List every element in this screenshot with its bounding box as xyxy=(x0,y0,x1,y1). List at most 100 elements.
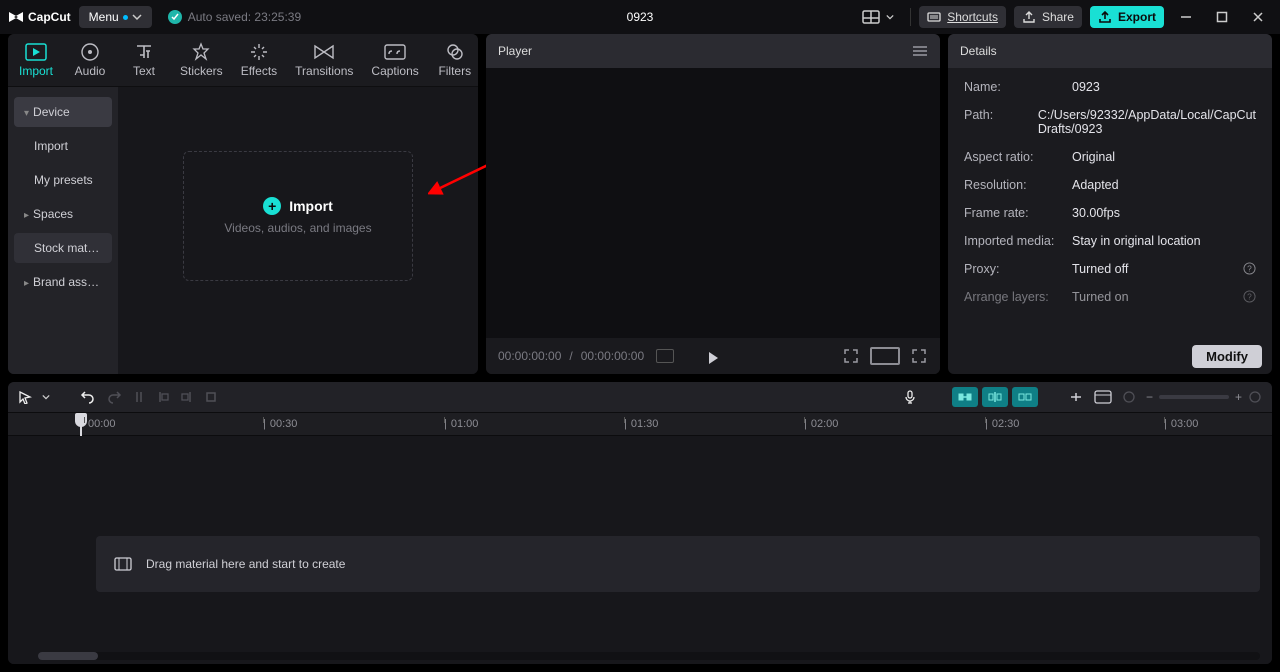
close-button[interactable] xyxy=(1244,3,1272,31)
tab-label: Filters xyxy=(438,64,471,78)
maximize-button[interactable] xyxy=(1208,3,1236,31)
tab-label: Captions xyxy=(371,64,418,78)
shortcuts-button[interactable]: Shortcuts xyxy=(919,6,1006,28)
cursor-icon xyxy=(18,390,32,404)
sidebar-item-brand[interactable]: Brand assets xyxy=(14,267,112,297)
workspace-top: Import Audio Text Stickers xyxy=(0,34,1280,374)
layout-button[interactable] xyxy=(854,6,902,28)
snap-auto-button[interactable] xyxy=(982,387,1008,407)
player-viewport[interactable] xyxy=(486,68,940,338)
title-bar: CapCut Menu Auto saved: 23:25:39 0923 xyxy=(0,0,1280,34)
detail-value: Turned on xyxy=(1072,290,1231,304)
detail-key: Proxy: xyxy=(964,262,1060,276)
layout-icon xyxy=(862,10,880,24)
split-button xyxy=(132,390,146,404)
time-sep: / xyxy=(569,349,572,363)
details-title: Details xyxy=(960,44,997,58)
timeline-toolbar: − + xyxy=(8,382,1272,412)
stickers-icon xyxy=(190,42,212,62)
preview-cut-icon xyxy=(1068,390,1084,404)
zoom-slider[interactable] xyxy=(1159,395,1229,399)
undo-button[interactable] xyxy=(80,389,96,405)
share-button[interactable]: Share xyxy=(1014,6,1082,28)
ruler-tick: 01:30 xyxy=(631,418,659,430)
tab-audio[interactable]: Audio xyxy=(64,38,116,86)
tab-label: Stickers xyxy=(180,64,223,78)
trim-left-icon xyxy=(156,390,170,404)
svg-text:?: ? xyxy=(1247,291,1252,301)
snap-main-button[interactable] xyxy=(952,387,978,407)
capcut-logo-icon xyxy=(8,9,24,25)
check-circle-icon xyxy=(168,10,182,24)
share-label: Share xyxy=(1042,10,1074,24)
sidebar-item-spaces[interactable]: Spaces xyxy=(14,199,112,229)
details-header: Details xyxy=(948,34,1272,68)
ruler-tick: 01:00 xyxy=(451,418,479,430)
media-body: Device Import My presets Spaces Stock ma… xyxy=(8,87,478,374)
detail-key: Path: xyxy=(964,108,1026,136)
fullscreen-icon xyxy=(910,347,928,365)
tab-captions[interactable]: Captions xyxy=(363,38,426,86)
minimize-button[interactable] xyxy=(1172,3,1200,31)
tab-text[interactable]: Text xyxy=(118,38,170,86)
svg-text:?: ? xyxy=(1247,263,1252,273)
sidebar-item-presets[interactable]: My presets xyxy=(14,165,112,195)
detail-key: Frame rate: xyxy=(964,206,1060,220)
keyboard-icon xyxy=(927,10,941,24)
tab-effects[interactable]: Effects xyxy=(233,38,285,86)
snap-group xyxy=(952,387,1038,407)
media-tabs: Import Audio Text Stickers xyxy=(8,34,478,87)
quality-badge[interactable] xyxy=(656,349,674,363)
track-drop-hint[interactable]: Drag material here and start to create xyxy=(96,536,1260,592)
tab-filters[interactable]: Filters xyxy=(429,38,478,86)
fullscreen-button[interactable] xyxy=(910,347,928,365)
film-icon xyxy=(114,557,132,571)
scrollbar-thumb[interactable] xyxy=(38,652,98,660)
tab-import[interactable]: Import xyxy=(10,38,62,86)
tab-label: Text xyxy=(133,64,155,78)
detail-key: Aspect ratio: xyxy=(964,150,1060,164)
undo-icon xyxy=(80,389,96,405)
player-menu-button[interactable] xyxy=(912,45,928,57)
filters-icon xyxy=(444,42,466,62)
close-icon xyxy=(1252,11,1264,23)
timeline-hscrollbar[interactable] xyxy=(38,652,1260,660)
menu-button[interactable]: Menu xyxy=(79,6,152,28)
tab-transitions[interactable]: Transitions xyxy=(287,38,361,86)
chevron-down-icon xyxy=(42,393,50,401)
titlebar-right: Shortcuts Share Export xyxy=(854,3,1272,31)
menu-indicator-dot xyxy=(123,15,128,20)
media-sidebar: Device Import My presets Spaces Stock ma… xyxy=(8,87,118,374)
detail-value: Original xyxy=(1072,150,1256,164)
zoom-out-button[interactable]: − xyxy=(1146,390,1153,404)
snap-linked-button[interactable] xyxy=(1012,387,1038,407)
shortcuts-label: Shortcuts xyxy=(947,10,998,24)
cover-icon xyxy=(1094,390,1112,404)
play-icon xyxy=(705,350,721,366)
aspect-ratio-button[interactable] xyxy=(870,347,900,365)
timeline-tracks[interactable]: Drag material here and start to create xyxy=(8,436,1272,664)
import-icon xyxy=(25,42,47,62)
tab-stickers[interactable]: Stickers xyxy=(172,38,231,86)
timeline-ruler[interactable]: 00:00 |00:30 |01:00 |01:30 |02:00 |02:30… xyxy=(8,412,1272,436)
help-icon[interactable]: ? xyxy=(1243,262,1256,275)
record-button[interactable] xyxy=(902,389,918,405)
selection-tool[interactable] xyxy=(18,390,32,404)
play-button[interactable] xyxy=(705,350,721,366)
export-button[interactable]: Export xyxy=(1090,6,1164,28)
modify-button[interactable]: Modify xyxy=(1192,345,1262,368)
sidebar-item-device[interactable]: Device xyxy=(14,97,112,127)
tab-label: Audio xyxy=(75,64,106,78)
cover-button[interactable] xyxy=(1094,390,1112,404)
zoom-in-button[interactable]: + xyxy=(1235,390,1242,404)
sidebar-item-import[interactable]: Import xyxy=(14,131,112,161)
sidebar-item-stock[interactable]: Stock mate... xyxy=(14,233,112,263)
scale-button[interactable] xyxy=(842,347,860,365)
help-icon[interactable]: ? xyxy=(1243,290,1256,303)
redo-icon xyxy=(106,389,122,405)
import-drop-zone[interactable]: + Import Videos, audios, and images xyxy=(183,151,413,281)
ruler-tick: 03:00 xyxy=(1171,418,1199,430)
selection-dropdown[interactable] xyxy=(42,393,50,401)
preview-cut-button[interactable] xyxy=(1068,390,1084,404)
split-icon xyxy=(132,390,146,404)
